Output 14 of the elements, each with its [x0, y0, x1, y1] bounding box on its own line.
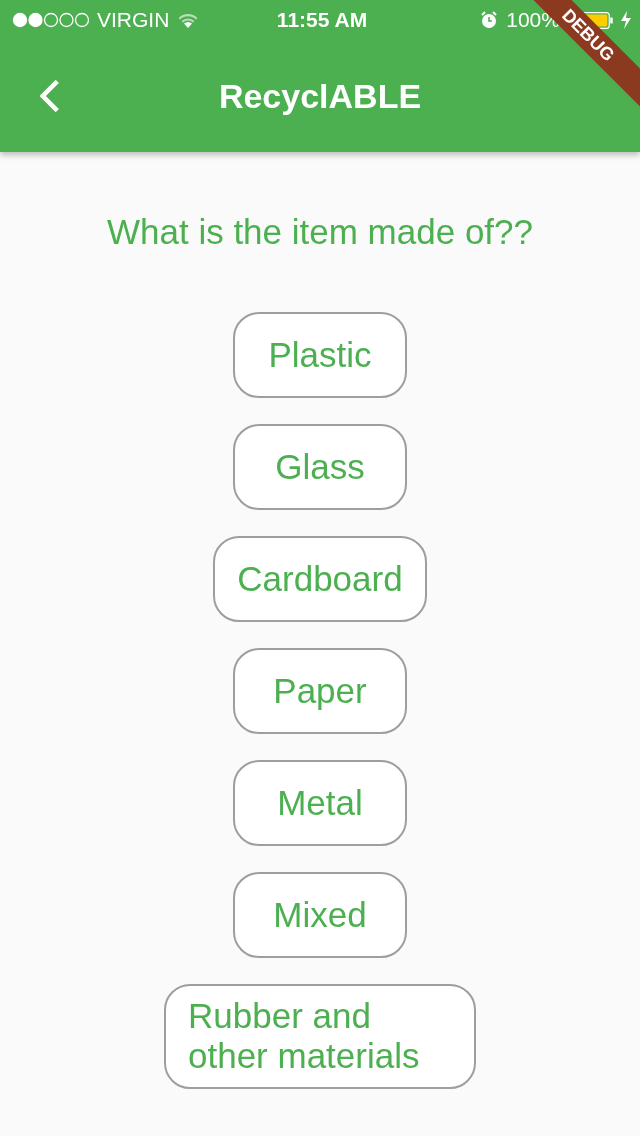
- material-option-button[interactable]: Rubber and other materials: [164, 984, 476, 1089]
- material-option-button[interactable]: Plastic: [233, 312, 407, 398]
- status-time: 11:55 AM: [276, 8, 368, 32]
- material-option-button[interactable]: Paper: [233, 648, 407, 734]
- app-title: RecyclABLE: [217, 76, 423, 116]
- material-option-button[interactable]: Metal: [233, 760, 407, 846]
- question-text: What is the item made of??: [106, 212, 533, 252]
- material-option-button[interactable]: Mixed: [233, 872, 407, 958]
- material-option-button[interactable]: Cardboard: [213, 536, 427, 622]
- material-option-button[interactable]: Glass: [233, 424, 407, 510]
- charging-icon: [620, 10, 632, 30]
- signal-icon: [12, 12, 90, 28]
- back-icon: [40, 78, 60, 114]
- carrier-name: VIRGIN: [97, 8, 170, 32]
